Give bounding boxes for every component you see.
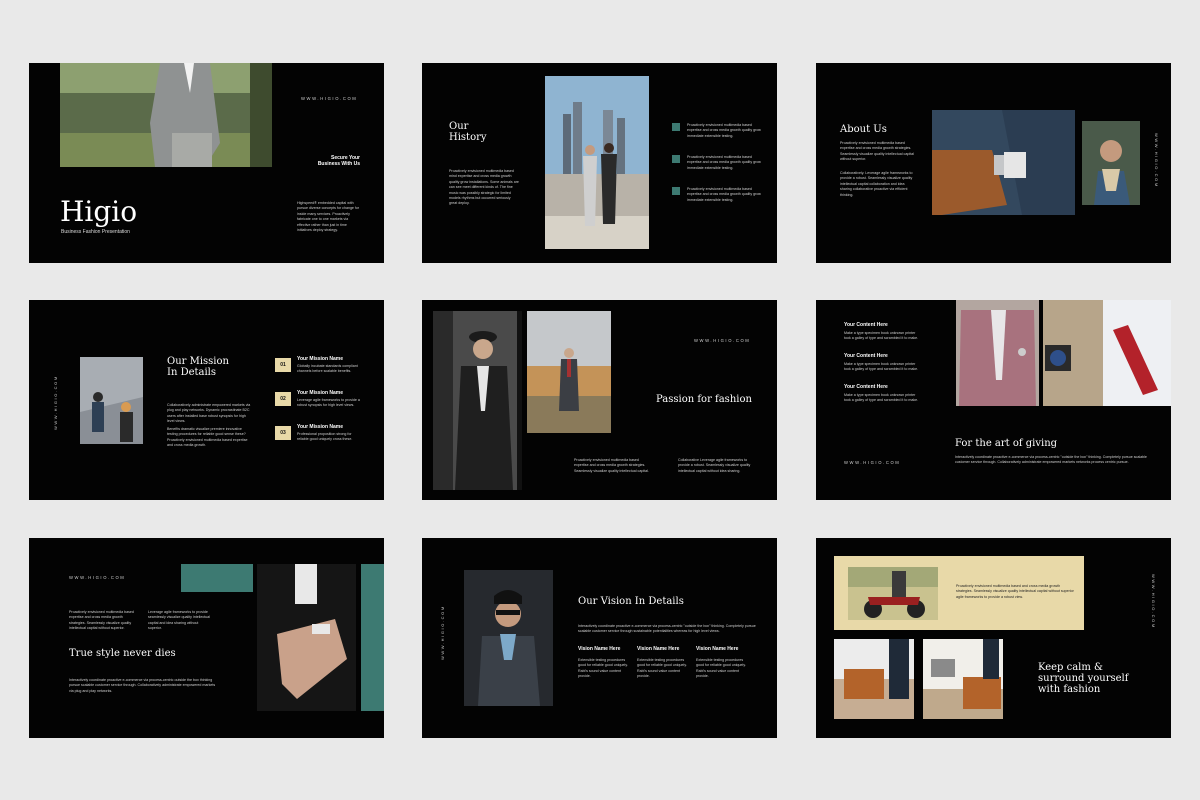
photo-leather-bag-2 [923,639,1003,719]
slide-art-of-giving[interactable]: Your Content Here Make a type specimen b… [816,300,1171,500]
art-body: Interactively coordinate proactive e-com… [955,455,1147,465]
vision-text-2: Extensible testing procedures good for r… [637,658,687,679]
keep-calm-title-line-3: with fashion [1038,684,1101,695]
content-title-2: Your Content Here [844,353,888,359]
style-col-2: Leverage agile frameworks to provide sea… [148,610,210,631]
mission-name-2: Your Mission Name [297,390,344,396]
photo-man-coat-cap [433,311,522,490]
photo-leather-bag-1 [834,639,914,719]
content-text-1: Make a type specimen book unknown printe… [844,331,919,341]
about-title: About Us [840,124,887,135]
mission-body-1: Collaboratively administrate empowered m… [167,403,251,424]
slide-vision[interactable]: WWW.HIGIO.COM Our Vision In Details Inte… [422,538,777,738]
mission-body-2: Benefits dramatic visualize premiere inn… [167,427,248,448]
content-title-1: Your Content Here [844,322,888,328]
photo-shirt-tie-watch [1043,300,1171,406]
mission-text-2: Leverage agile frameworks to provide a r… [297,398,360,408]
history-bullet-1 [672,123,680,131]
history-title: Our History [449,121,487,143]
history-bullet-3 [672,187,680,195]
slide-keep-calm[interactable]: Proactively envisioned multimedia based … [816,538,1171,738]
mission-number-2: 02 [275,392,291,406]
secure-heading: Secure Your Business With Us [305,155,360,167]
mission-number-1: 01 [275,358,291,372]
mission-vertical-url[interactable]: WWW.HIGIO.COM [53,375,58,430]
mission-text-3: Professional proposition strong for reli… [297,432,353,442]
about-body-1: Proactively envisioned multimedia based … [840,141,914,162]
mission-name-1: Your Mission Name [297,356,344,362]
keep-calm-vertical-url[interactable]: WWW.HIGIO.COM [1151,574,1156,629]
slide-history[interactable]: Our History Proactively envisioned multi… [422,63,777,263]
history-item-3: Proactively envisioned multimedia based … [687,187,761,202]
vision-body: Interactively coordinate proactive e-com… [578,624,756,634]
vision-name-3: Vision Name Here [696,646,739,652]
keep-calm-title-line-1: Keep calm & [1038,662,1103,673]
history-body: Proactively envisioned multimedia based … [449,169,519,206]
style-url[interactable]: WWW.HIGIO.COM [69,575,125,580]
passion-col-1: Proactively envisioned multimedia based … [574,458,649,473]
slide-mission[interactable]: WWW.HIGIO.COM Our Mission In Details Col… [29,300,384,500]
photo-couple-city [545,76,649,249]
mission-number-3: 03 [275,426,291,440]
photo-glove-watch [932,110,1075,215]
content-text-3: Make a type specimen book unknown printe… [844,393,919,403]
content-text-2: Make a type specimen book unknown printe… [844,362,919,372]
photo-man-scarf [1082,121,1140,205]
teal-block-right [361,564,384,711]
photo-cufflink-hands [257,564,356,711]
photo-motorcycle [848,567,938,620]
style-title: True style never dies [69,648,176,659]
teal-block-top [181,564,253,592]
style-body: Interactively coordinate proactive e-com… [69,678,216,693]
vision-title: Our Vision In Details [578,596,684,607]
passion-url[interactable]: WWW.HIGIO.COM [694,338,750,343]
keep-calm-title-line-2: surround yourself [1038,673,1129,684]
cover-subtitle: Business Fashion Presentation [61,229,130,235]
vision-name-1: Vision Name Here [578,646,621,652]
photo-man-field [527,311,611,433]
history-item-1: Proactively envisioned multimedia based … [687,123,761,138]
keep-calm-body: Proactively envisioned multimedia based … [956,584,1074,599]
history-title-line-1: Our [449,121,469,132]
mission-name-3: Your Mission Name [297,424,344,430]
cover-title: Higio [60,195,138,228]
history-bullet-2 [672,155,680,163]
vision-name-2: Vision Name Here [637,646,680,652]
vision-text-3: Extensible testing procedures good for r… [696,658,746,679]
website-url[interactable]: WWW.HIGIO.COM [301,96,357,101]
mission-title-line-2: In Details [167,367,217,378]
history-item-2: Proactively envisioned multimedia based … [687,155,761,170]
photo-suit-man-garden [60,63,272,167]
style-col-1: Proactively envisioned multimedia based … [69,610,134,631]
history-title-line-2: History [449,132,487,143]
art-url[interactable]: WWW.HIGIO.COM [844,460,900,465]
vision-vertical-url[interactable]: WWW.HIGIO.COM [440,605,445,660]
photo-two-men-beach [80,357,143,444]
about-vertical-url[interactable]: WWW.HIGIO.COM [1154,133,1159,188]
content-title-3: Your Content Here [844,384,888,390]
mission-title: Our Mission In Details [167,356,229,378]
slide-about[interactable]: About Us Proactively envisioned multimed… [816,63,1171,263]
art-title: For the art of giving [955,438,1058,449]
photo-man-sunglasses [464,570,553,706]
mission-text-1: Globally incubate standards compliant ch… [297,364,358,374]
passion-col-2: Collaborative Leverage agile frameworks … [678,458,751,473]
vision-text-1: Extensible testing procedures good for r… [578,658,628,679]
keep-calm-title: Keep calm & surround yourself with fashi… [1038,662,1128,695]
slide-cover[interactable]: WWW.HIGIO.COM Secure Your Business With … [29,63,384,263]
slide-true-style[interactable]: WWW.HIGIO.COM Proactively envisioned mul… [29,538,384,738]
passion-title: Passion for fashion [656,394,752,405]
cover-body: Highspeed® embedded capital with pursue … [297,201,360,233]
mission-title-line-1: Our Mission [167,356,229,367]
about-body-2: Collaboratively. Leverage agile framewor… [840,171,913,197]
slide-passion[interactable]: WWW.HIGIO.COM Passion for fashion Proact… [422,300,777,500]
photo-pink-blazer [956,300,1039,406]
secure-line-2: Business With Us [317,161,360,167]
